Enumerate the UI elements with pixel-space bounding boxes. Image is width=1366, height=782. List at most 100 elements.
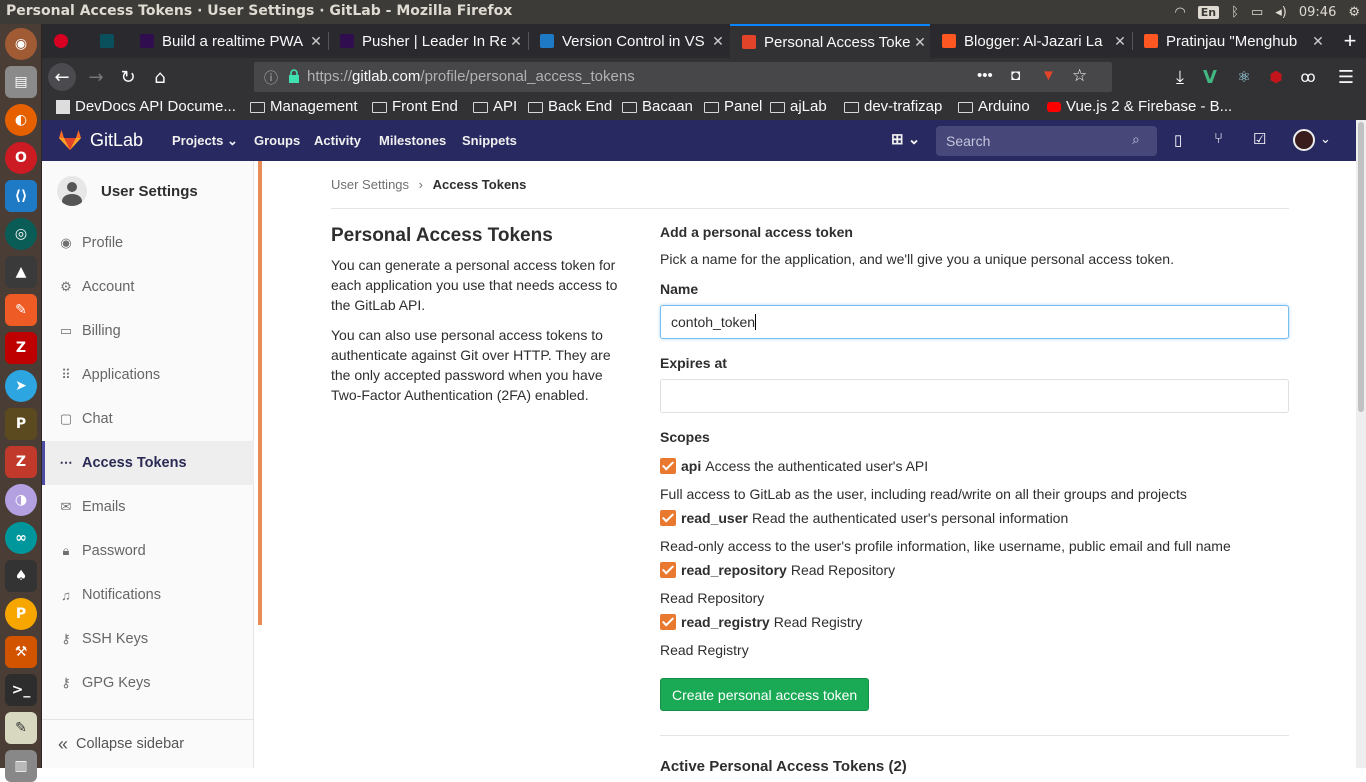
page-actions-icon[interactable]: •••	[977, 67, 993, 84]
sidebar-item-password[interactable]: 🔒︎ Password	[42, 529, 254, 573]
react-devtools-icon[interactable]: ⚛	[1230, 63, 1258, 91]
tab-alert[interactable]	[42, 24, 88, 58]
terminal-icon[interactable]: >_	[5, 674, 37, 706]
sidebar-item-chat[interactable]: ▢ Chat	[42, 397, 254, 441]
bookmark-folder[interactable]: Management	[250, 98, 358, 115]
trash-icon[interactable]: ▥	[5, 750, 37, 782]
wifi-icon[interactable]: ◠	[1174, 5, 1185, 20]
scope-read-registry[interactable]: read_registry Read Registry	[660, 614, 862, 630]
sidebar-item-applications[interactable]: ⠿ Applications	[42, 353, 254, 397]
close-icon[interactable]: ✕	[1110, 33, 1130, 50]
extension-icon[interactable]: ꝏ	[1294, 63, 1322, 91]
vscode-icon[interactable]: ⟨⟩	[5, 180, 37, 212]
scope-read-repository[interactable]: read_repository Read Repository	[660, 562, 895, 578]
home-button[interactable]: ⌂	[146, 63, 174, 91]
nav-snippets[interactable]: Snippets	[462, 133, 517, 148]
sidebar-item-billing[interactable]: ▭ Billing	[42, 309, 254, 353]
menu-icon[interactable]: ☰	[1332, 63, 1360, 91]
gear-icon[interactable]: ⚙	[1348, 5, 1360, 20]
back-button[interactable]: ←	[48, 63, 76, 91]
firefox-icon[interactable]: ◐	[5, 104, 37, 136]
sidebar-item-notifications[interactable]: ♫ Notifications	[42, 573, 254, 617]
download-icon[interactable]: ⤓	[1166, 63, 1194, 91]
notes-icon[interactable]: ✎	[5, 712, 37, 744]
sidebar-item-profile[interactable]: ◉ Profile	[42, 221, 254, 265]
nav-milestones[interactable]: Milestones	[379, 133, 446, 148]
sidebar-item-gpg-keys[interactable]: ⚷ GPG Keys	[42, 661, 254, 705]
battery-icon[interactable]: ▭	[1251, 5, 1263, 20]
page-scrollbar[interactable]	[1356, 120, 1366, 768]
chevron-down-icon[interactable]: ⌄	[1320, 131, 1331, 147]
create-token-button[interactable]: Create personal access token	[660, 678, 870, 711]
settings-icon[interactable]: ⚒	[5, 636, 37, 668]
tab-pratinjau[interactable]: Pratinjau "Menghub ✕	[1132, 24, 1328, 58]
close-icon[interactable]: ✕	[1308, 33, 1328, 50]
close-icon[interactable]: ✕	[306, 33, 326, 50]
scope-read-user[interactable]: read_user Read the authenticated user's p…	[660, 510, 1068, 526]
sidebar-item-ssh-keys[interactable]: ⚷ SSH Keys	[42, 617, 254, 661]
collapse-sidebar-button[interactable]: «Collapse sidebar	[42, 719, 254, 768]
inkscape-icon[interactable]: ▲	[5, 256, 37, 288]
sidebar-item-emails[interactable]: ✉ Emails	[42, 485, 254, 529]
filezilla-icon[interactable]: Z	[5, 332, 37, 364]
bluetooth-icon[interactable]: ᛒ	[1231, 5, 1239, 20]
app-icon[interactable]: ♠	[5, 560, 37, 592]
gitlab-ext-icon[interactable]: ▼	[1041, 67, 1056, 84]
forward-button[interactable]: →	[82, 63, 110, 91]
todos-icon[interactable]: ☑	[1253, 130, 1266, 148]
info-icon[interactable]: ⓘ	[264, 68, 278, 88]
avatar[interactable]	[1293, 129, 1315, 151]
bookmark-folder[interactable]: API	[473, 98, 517, 115]
scrollbar-thumb[interactable]	[1358, 122, 1364, 412]
scope-checkbox[interactable]	[660, 510, 676, 526]
pocket-icon[interactable]: ◘	[1011, 67, 1020, 84]
opera-icon[interactable]: O	[5, 142, 37, 174]
ubuntu-dash-icon[interactable]: ◉	[5, 28, 37, 60]
bookmark-folder[interactable]: Back End	[528, 98, 612, 115]
sidebar-item-account[interactable]: ⚙ Account	[42, 265, 254, 309]
new-item-button[interactable]: ⊞ ⌄	[891, 130, 920, 148]
volume-icon[interactable]: ◂)	[1275, 5, 1287, 20]
close-icon[interactable]: ✕	[910, 34, 930, 51]
app-icon[interactable]: ◑	[5, 484, 37, 516]
issues-icon[interactable]: ▯	[1174, 131, 1182, 149]
close-icon[interactable]: ✕	[506, 33, 526, 50]
bookmark-folder[interactable]: dev-trafizap	[844, 98, 942, 115]
tab-blogger[interactable]: Blogger: Al-Jazari La ✕	[930, 24, 1130, 58]
vue-devtools-icon[interactable]: V	[1196, 63, 1224, 91]
close-icon[interactable]: ✕	[708, 33, 728, 50]
tab-version-control[interactable]: Version Control in VS ✕	[528, 24, 728, 58]
new-tab-button[interactable]: +	[1334, 24, 1366, 58]
postman-icon[interactable]: ✎	[5, 294, 37, 326]
url-text[interactable]: https://gitlab.com/profile/personal_acce…	[307, 68, 635, 85]
gitlab-logo[interactable]: GitLab	[58, 129, 143, 151]
gitkraken-icon[interactable]: ◎	[5, 218, 37, 250]
tab-build-pwa[interactable]: Build a realtime PWA ✕	[128, 24, 326, 58]
bookmark-folder[interactable]: Arduino	[958, 98, 1030, 115]
bookmark-folder[interactable]: ajLab	[770, 98, 827, 115]
bookmark-devdocs[interactable]: DevDocs API Docume...	[56, 98, 236, 115]
bookmark-vue-firebase[interactable]: Vue.js 2 & Firebase - B...	[1047, 98, 1232, 115]
scope-api[interactable]: api Access the authenticated user's API	[660, 458, 928, 474]
bookmark-folder[interactable]: Front End	[372, 98, 458, 115]
bookmark-folder[interactable]: Bacaan	[622, 98, 693, 115]
merge-requests-icon[interactable]: ⑂	[1214, 130, 1223, 147]
tab-pinned[interactable]	[88, 24, 126, 58]
bookmark-folder[interactable]: Panel	[704, 98, 762, 115]
clock[interactable]: 09:46	[1299, 5, 1336, 20]
files-icon[interactable]: ▤	[5, 66, 37, 98]
ublock-icon[interactable]: ⬢	[1262, 63, 1290, 91]
tab-pusher[interactable]: Pusher | Leader In Re ✕	[328, 24, 526, 58]
arduino-icon[interactable]: ∞	[5, 522, 37, 554]
keyboard-layout-indicator[interactable]: En	[1197, 5, 1220, 19]
bookmark-star-icon[interactable]: ☆	[1072, 66, 1087, 86]
address-bar[interactable]: ⓘ https://gitlab.com/profile/personal_ac…	[254, 62, 1112, 92]
scope-checkbox[interactable]	[660, 458, 676, 474]
app-icon[interactable]: P	[5, 408, 37, 440]
breadcrumb-parent[interactable]: User Settings	[331, 177, 409, 192]
reload-button[interactable]: ↻	[114, 63, 142, 91]
expires-at-field[interactable]	[660, 379, 1289, 413]
sidebar-header[interactable]: User Settings	[42, 161, 254, 221]
tab-personal-access-tokens[interactable]: Personal Access Toke ✕	[730, 24, 930, 58]
search-input[interactable]: Search	[936, 126, 1157, 156]
